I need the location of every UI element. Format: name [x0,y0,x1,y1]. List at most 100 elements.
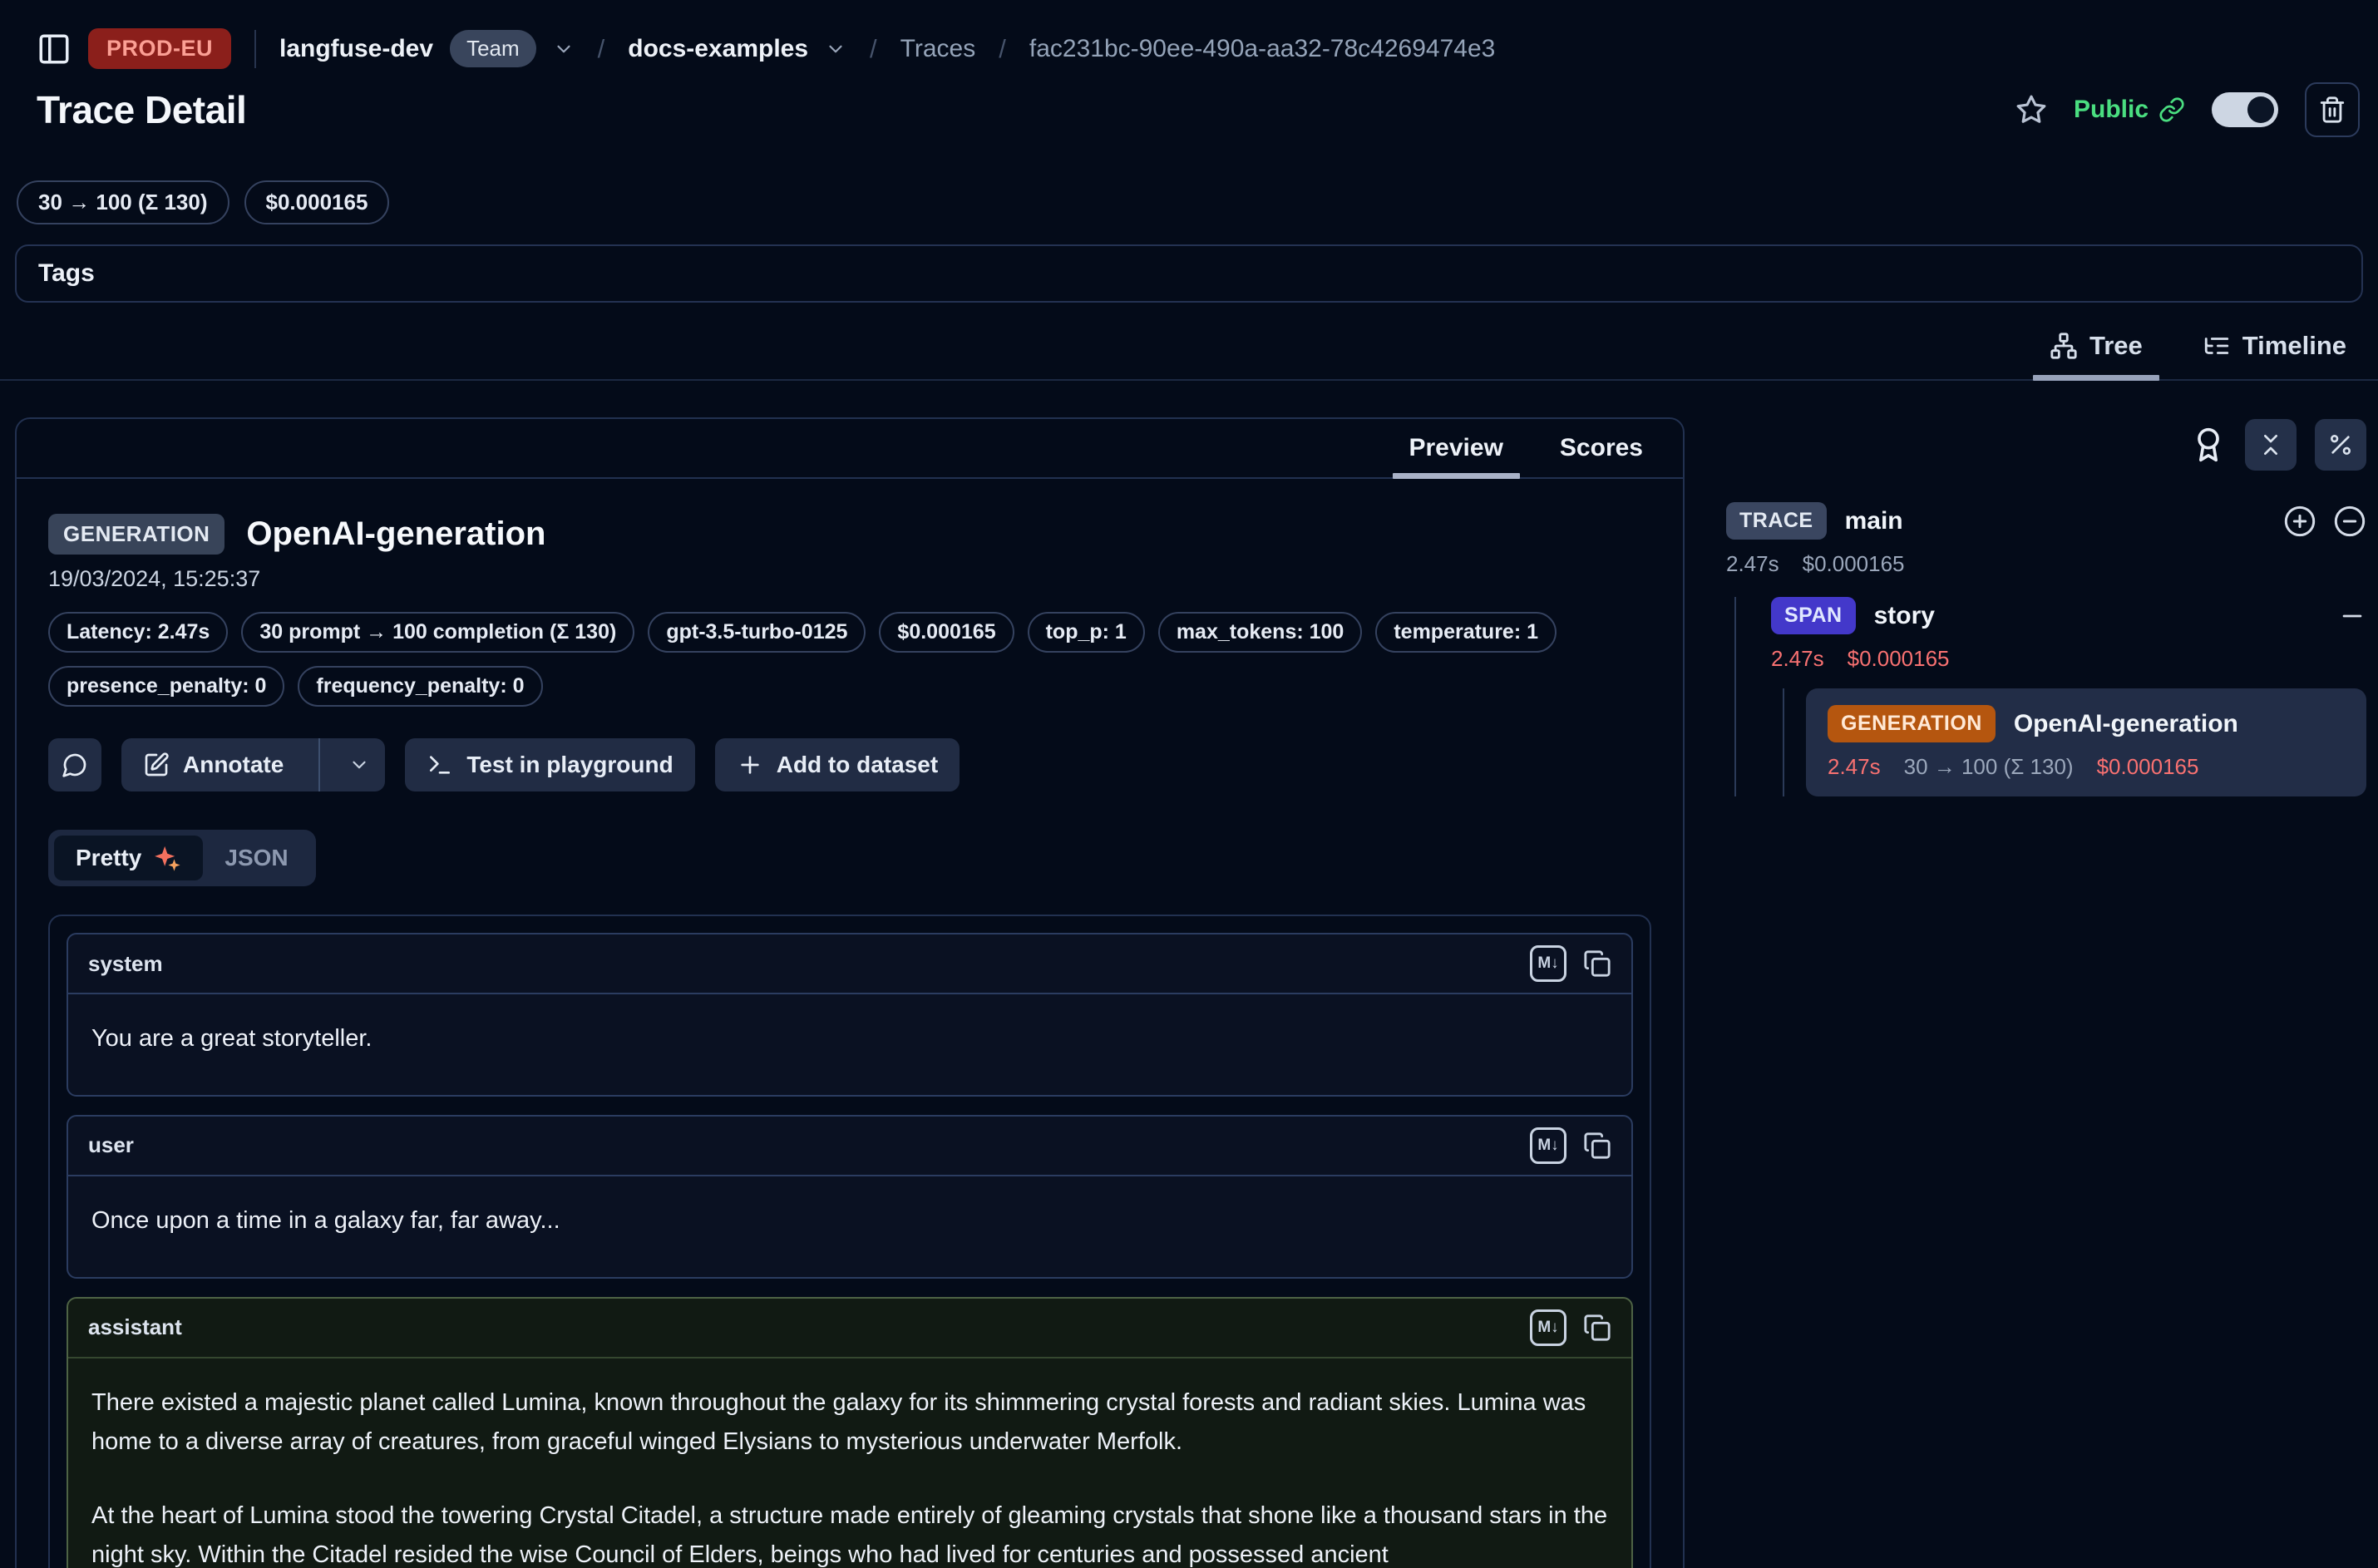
token-usage-badge: 30 → 100 (Σ 130) [17,180,229,224]
token-usage-badge: 30 prompt → 100 completion (Σ 130) [241,612,634,653]
delete-trace-button[interactable] [2305,82,2360,137]
copy-icon [1583,949,1611,978]
sparkles-icon [153,844,181,872]
observation-type-badge: GENERATION [48,514,224,555]
collapse-node-button[interactable] [2333,505,2366,538]
collapse-span-button[interactable] [2338,602,2366,630]
copy-icon [1583,1132,1611,1160]
markdown-toggle-icon[interactable]: M↓ [1530,1127,1566,1164]
view-tabs: Tree Timeline [0,326,2378,381]
copy-button[interactable] [1583,949,1611,978]
message-header: assistant M↓ [68,1299,1631,1358]
scores-award-button[interactable] [2190,427,2227,463]
generation-latency: 2.47s [1828,754,1881,780]
annotate-split-button: Annotate [121,738,385,791]
span-children: GENERATION OpenAI-generation 2.47s 30 → … [1783,688,2366,796]
messages-container: system M↓ You are a great storyteller. [48,915,1651,1568]
panel-tabs: Preview Scores [17,419,1683,479]
trash-icon [2318,96,2346,124]
breadcrumb-project[interactable]: docs-examples [628,35,808,63]
copy-icon [1583,1314,1611,1342]
star-icon[interactable] [2015,94,2047,126]
message-tools: M↓ [1530,1309,1611,1346]
latency-badge: Latency: 2.47s [48,612,228,653]
observation-panel: Preview Scores GENERATION OpenAI-generat… [15,417,1685,1568]
terminal-icon [427,752,453,778]
test-in-playground-button[interactable]: Test in playground [405,738,694,791]
trace-tree: TRACE main 2.47s $0.000165 [1723,502,2366,796]
observation-header: GENERATION OpenAI-generation [48,514,1651,555]
sidebar-toggle-icon[interactable] [37,32,72,67]
chevron-down-icon[interactable] [553,38,575,60]
observation-params-row-2: presence_penalty: 0 frequency_penalty: 0 [48,666,1651,707]
span-cost: $0.000165 [1848,646,1950,672]
generation-metrics: 2.47s 30 → 100 (Σ 130) $0.000165 [1828,754,2345,780]
tree-actions [1723,417,2366,472]
span-name: story [1874,602,1935,630]
trace-node[interactable]: TRACE main [1726,502,2366,540]
playground-label: Test in playground [466,752,673,778]
pretty-label: Pretty [76,845,141,871]
generation-node-selected[interactable]: GENERATION OpenAI-generation 2.47s 30 → … [1806,688,2366,796]
tags-box[interactable]: Tags [15,244,2363,303]
panel-body: GENERATION OpenAI-generation 19/03/2024,… [17,479,1683,1568]
pretty-toggle[interactable]: Pretty [54,836,203,880]
tab-scores[interactable]: Scores [1555,419,1648,477]
collapse-all-button[interactable] [2245,419,2297,471]
public-label: Public [2074,96,2149,124]
message-header: system M↓ [68,934,1631,994]
observation-params-row-1: Latency: 2.47s 30 prompt → 100 completio… [48,612,1651,653]
minus-circle-icon [2333,505,2366,538]
trace-latency: 2.47s [1726,551,1779,577]
tree-icon [2050,332,2078,360]
generation-cost: $0.000165 [2097,754,2199,780]
trace-badge: TRACE [1726,502,1827,540]
span-metrics: 2.47s $0.000165 [1771,646,2366,672]
tab-timeline[interactable]: Timeline [2199,326,2350,379]
breadcrumb-org[interactable]: langfuse-dev [279,35,433,63]
award-icon [2190,427,2227,463]
tab-preview[interactable]: Preview [1404,419,1508,477]
annotate-label: Annotate [183,752,284,778]
add-to-dataset-label: Add to dataset [777,752,938,778]
chevron-down-icon[interactable] [825,38,846,60]
tab-tree[interactable]: Tree [2046,326,2146,379]
trace-cost: $0.000165 [1803,551,1905,577]
annotate-button[interactable]: Annotate [121,738,305,791]
markdown-toggle-icon[interactable]: M↓ [1530,1309,1566,1346]
expand-all-button[interactable] [2283,505,2316,538]
model-badge: gpt-3.5-turbo-0125 [648,612,866,653]
generation-tokens: 30 → 100 (Σ 130) [1904,754,2074,780]
show-percent-button[interactable] [2315,419,2366,471]
message-content: Once upon a time in a galaxy far, far aw… [68,1176,1631,1277]
trace-children: SPAN story 2.47s $0.000165 [1734,597,2366,796]
fold-vertical-icon [2257,431,2284,458]
trace-name: main [1845,507,1903,535]
breadcrumb-traces[interactable]: Traces [900,35,976,63]
public-toggle[interactable] [2212,92,2278,127]
timeline-icon [2203,332,2231,360]
pen-square-icon [143,752,170,778]
frequency-penalty-badge: frequency_penalty: 0 [298,666,542,707]
comment-button[interactable] [48,738,101,791]
org-type-pill: Team [450,30,536,67]
add-to-dataset-button[interactable]: Add to dataset [715,738,960,791]
environment-badge[interactable]: PROD-EU [88,28,231,69]
json-toggle[interactable]: JSON [203,836,309,880]
copy-button[interactable] [1583,1314,1611,1342]
tab-timeline-label: Timeline [2242,331,2346,361]
span-node[interactable]: SPAN story [1771,597,2366,634]
public-link[interactable]: Public [2074,96,2185,124]
copy-button[interactable] [1583,1132,1611,1160]
plus-circle-icon [2283,505,2316,538]
annotate-dropdown-button[interactable] [333,738,385,791]
cost-badge: $0.000165 [879,612,1014,653]
chevron-down-icon [348,754,370,776]
tree-zoom-controls [2283,505,2366,538]
span-badge: SPAN [1771,597,1856,634]
format-toggle: Pretty JSON [48,830,316,886]
comment-icon [62,752,88,778]
link-icon [2158,96,2185,123]
cost-badge: $0.000165 [244,180,390,224]
markdown-toggle-icon[interactable]: M↓ [1530,945,1566,982]
